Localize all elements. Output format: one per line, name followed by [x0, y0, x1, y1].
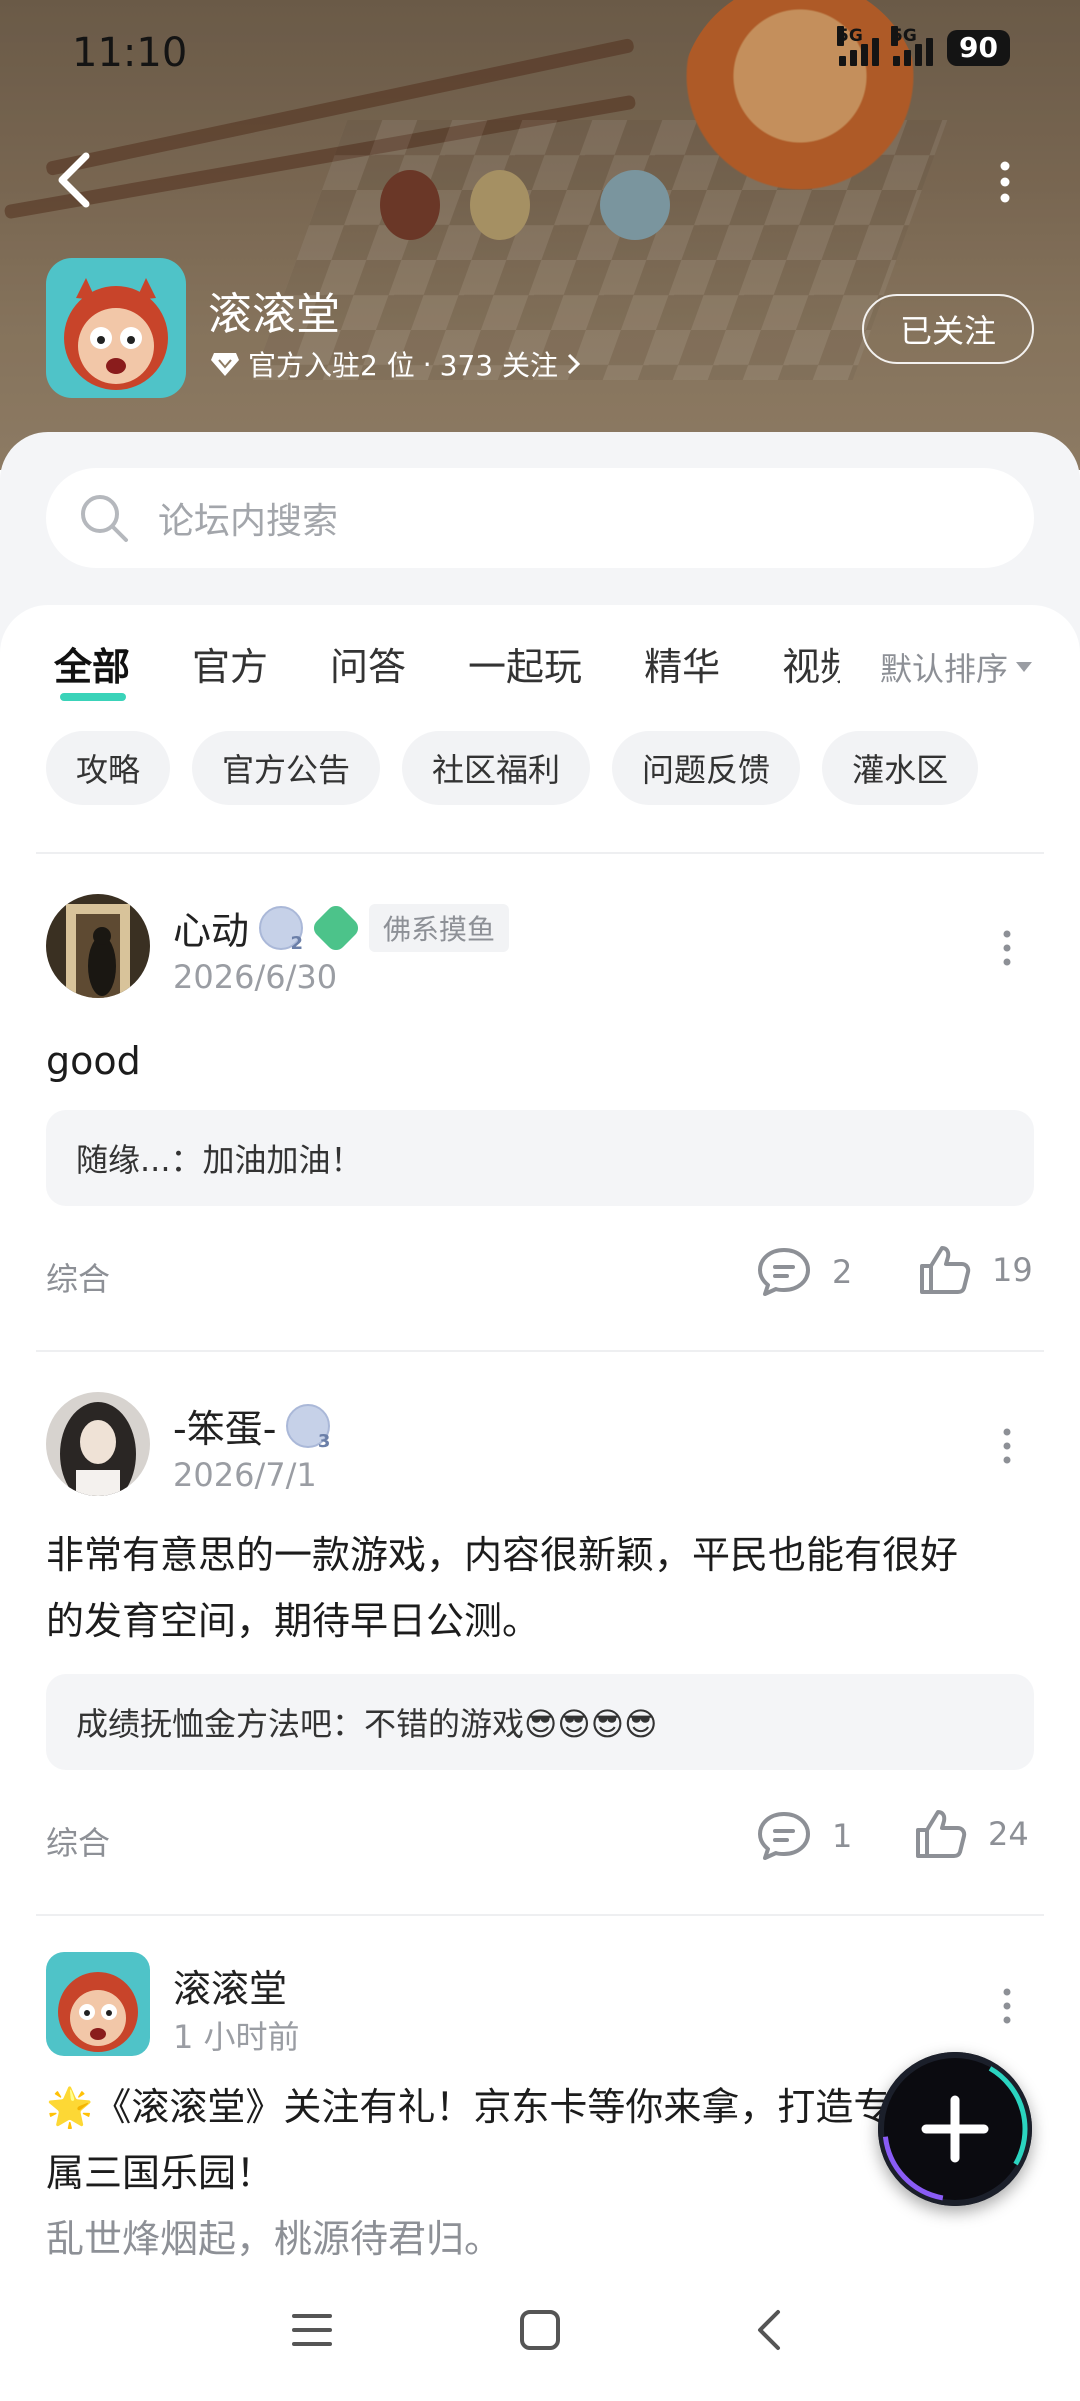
post-date: 2026/6/30 [173, 958, 338, 996]
chip-feedback[interactable]: 问题反馈 [612, 731, 801, 805]
forum-meta[interactable]: 官方入驻2 位 · 373 关注 [210, 344, 582, 384]
comment-button[interactable]: 2 [756, 1246, 852, 1298]
diamond-icon [211, 353, 239, 376]
post-date: 2026/7/1 [173, 1456, 317, 1494]
create-post-button[interactable] [878, 2052, 1032, 2206]
chip-guide[interactable]: 攻略 [46, 731, 171, 805]
more-vertical-icon[interactable] [999, 928, 1015, 968]
like-count: 19 [992, 1251, 1033, 1289]
caret-down-icon [1016, 662, 1033, 672]
app-name: 滚滚堂 [208, 289, 340, 340]
comment-button[interactable]: 1 [756, 1810, 852, 1862]
sort-label: 默认排序 [880, 650, 1009, 688]
home-icon[interactable] [518, 2308, 562, 2352]
category-tabs: 全部 官方 问答 一起玩 精华 视频 [54, 636, 840, 701]
level-badge-icon: 2 [259, 905, 304, 954]
post-body[interactable]: good [46, 1028, 1036, 1094]
like-count: 24 [988, 1815, 1029, 1853]
reply-preview[interactable]: 成绩抚恤金方法吧：不错的游戏😎😎😎😎 [46, 1674, 1034, 1770]
signal-icon: 5G [837, 26, 880, 66]
signal-icon: 5G [891, 26, 934, 66]
avatar[interactable] [46, 1392, 150, 1496]
avatar[interactable] [46, 1952, 150, 2056]
back-icon[interactable] [748, 2308, 792, 2352]
like-button[interactable]: 19 [918, 1244, 1033, 1296]
follow-count: 373 关注 [439, 349, 558, 382]
author-name[interactable]: -笨蛋- [173, 1398, 276, 1453]
avatar[interactable] [46, 894, 150, 998]
chip-announcement[interactable]: 官方公告 [192, 731, 381, 805]
tab-all[interactable]: 全部 [54, 636, 130, 701]
plus-icon [882, 2056, 1028, 2202]
gamepad-badge-icon [309, 901, 363, 954]
recent-apps-icon[interactable] [290, 2308, 334, 2352]
more-vertical-icon[interactable] [999, 1426, 1015, 1466]
author-name[interactable]: 心动 [173, 900, 249, 955]
follow-button[interactable]: 已关注 [862, 294, 1034, 364]
battery-indicator: 90 [947, 30, 1010, 66]
level-badge-icon: 3 [286, 1403, 331, 1452]
post-category: 综合 [46, 1824, 111, 1862]
status-bar: 11:10 5G 5G 90 [0, 0, 1080, 100]
status-icons: 5G 5G 90 [837, 26, 1010, 66]
divider [36, 1914, 1044, 1916]
user-tag: 佛系摸鱼 [369, 903, 510, 952]
sort-dropdown[interactable]: 默认排序 [880, 644, 1033, 690]
post-date: 1 小时前 [173, 2018, 300, 2056]
tab-video[interactable]: 视频 [782, 636, 840, 691]
thumbs-up-icon [920, 1246, 971, 1294]
comment-count: 2 [832, 1253, 853, 1291]
tab-featured[interactable]: 精华 [644, 636, 720, 691]
post-body[interactable]: 非常有意思的一款游戏，内容很新颖，平民也能有很好 的发育空间，期待早日公测。 [46, 1522, 1036, 1654]
meta-separator: · [422, 347, 432, 381]
reply-preview[interactable]: 随缘...：加油加油！ [46, 1110, 1034, 1206]
comment-icon [758, 1812, 810, 1860]
chevron-right-icon [567, 353, 581, 375]
tab-official[interactable]: 官方 [192, 636, 268, 691]
back-arrow-icon[interactable] [52, 150, 96, 210]
more-vertical-icon[interactable] [990, 160, 1020, 204]
author-name[interactable]: 滚滚堂 [173, 1958, 287, 2013]
search-input[interactable]: 论坛内搜索 [46, 468, 1034, 568]
chip-chat[interactable]: 灌水区 [822, 731, 979, 805]
chip-welfare[interactable]: 社区福利 [402, 731, 591, 805]
system-navigation-bar [0, 2280, 1080, 2401]
like-button[interactable]: 24 [914, 1808, 1029, 1860]
post-category: 综合 [46, 1260, 111, 1298]
status-time: 11:10 [72, 30, 188, 76]
comment-count: 1 [832, 1817, 853, 1855]
more-vertical-icon[interactable] [999, 1986, 1015, 2026]
search-placeholder: 论坛内搜索 [158, 501, 339, 542]
divider [36, 852, 1044, 854]
thumbs-up-icon [916, 1810, 967, 1858]
sub-category-chips: 攻略 官方公告 社区福利 问题反馈 灌水区 [46, 731, 979, 805]
tab-play-together[interactable]: 一起玩 [468, 636, 582, 691]
tab-qa[interactable]: 问答 [330, 636, 406, 691]
comment-icon [758, 1248, 810, 1296]
app-icon [46, 258, 186, 398]
search-icon [81, 495, 128, 542]
divider [36, 1350, 1044, 1352]
rank-text: 官方入驻2 位 [248, 349, 415, 382]
